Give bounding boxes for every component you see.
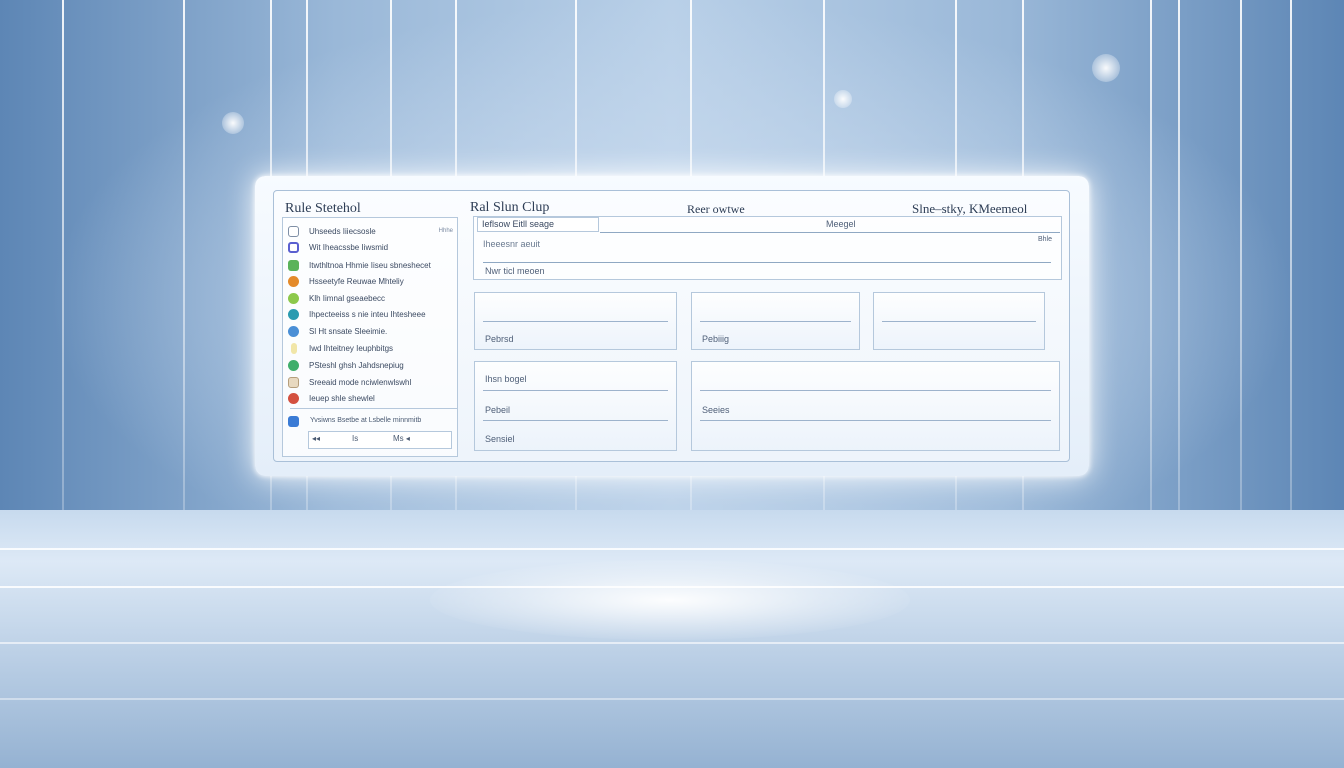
sidebar-item-label: Itwthltnoa Hhmie Iiseu sbneshecet <box>309 260 431 270</box>
card-label: Sensiel <box>485 434 515 444</box>
field-input-1[interactable]: Iheeesnr aeuit <box>483 239 540 249</box>
light-beam <box>1240 0 1242 520</box>
sidebar-item[interactable]: Sl Ht snsate Sleeimie. <box>283 323 457 339</box>
tab-field[interactable]: Ieflsow Eitll seage <box>477 217 599 232</box>
sidebar-item[interactable]: Klh Iimnal gseaebecc <box>283 290 457 306</box>
sidebar-item[interactable]: Hsseetyfe Reuwae Mhteliy <box>283 273 457 289</box>
prev-button[interactable]: ◂◂ <box>312 434 320 443</box>
sidebar-item-label: Sreeaid mode nciwlenwlswhl <box>309 377 412 387</box>
status-text: Slne–stky, KMeemeol <box>912 201 1028 216</box>
light-beam <box>62 0 64 520</box>
light-beam <box>1178 0 1180 520</box>
card-divider <box>882 321 1036 322</box>
light-orb <box>834 90 852 108</box>
square-icon <box>288 241 299 253</box>
card-label: Pebrsd <box>485 334 514 344</box>
floor-line <box>0 642 1344 644</box>
sidebar-footer-text: Yvsiwns Bsetbe at Lsbelle minnmitb <box>310 417 422 424</box>
sidebar-item[interactable]: Sreeaid mode nciwlenwlswhl <box>283 374 457 390</box>
form-card: Seeies <box>691 361 1060 451</box>
light-orb <box>222 112 244 134</box>
card-divider <box>700 321 851 322</box>
card-divider <box>483 420 668 421</box>
sidebar-footer-input[interactable] <box>308 431 452 449</box>
sidebar-item[interactable]: Itwthltnoa Hhmie Iiseu sbneshecet <box>283 257 457 273</box>
circle-green2-icon <box>288 359 299 371</box>
page-control[interactable]: Is <box>352 434 358 443</box>
input-card[interactable] <box>873 292 1045 350</box>
document-icon <box>288 225 299 237</box>
sidebar-item[interactable]: Uhseeds Iiiecsosle Hhhe <box>283 223 457 239</box>
circle-teal-icon <box>288 308 299 320</box>
section-title: Ral Slun Clup <box>470 200 550 215</box>
sidebar-item-label: Ihpecteeiss s nie inteu Ihtesheee <box>309 309 426 319</box>
card-divider <box>700 420 1051 421</box>
light-beam <box>1290 0 1292 520</box>
sidebar-item[interactable]: Ieuep shle shewlel <box>283 390 457 406</box>
sidebar-item-label: Hsseetyfe Reuwae Mhteliy <box>309 276 404 286</box>
bar-icon <box>291 342 297 354</box>
field-underline <box>483 262 1051 263</box>
box-icon <box>288 376 299 388</box>
sidebar-item-label: Wit Iheacssbe Iiwsmid <box>309 242 389 252</box>
sidebar-item[interactable]: Iwd Ihteitney Ieuphbitgs <box>283 340 457 356</box>
light-beam <box>1150 0 1152 520</box>
circle-blue-icon <box>288 325 299 337</box>
sidebar-footer: Yvsiwns Bsetbe at Lsbelle minnmitb <box>290 408 457 452</box>
floor-line <box>0 548 1344 550</box>
field-divider <box>600 232 1060 233</box>
circle-red-icon <box>288 392 299 404</box>
field-badge: Bhle <box>1038 236 1053 243</box>
sidebar-item-badge: Hhhe <box>438 228 453 234</box>
input-card[interactable]: Pebrsd <box>474 292 677 350</box>
sidebar-item-label: Ieuep shle shewlel <box>309 393 375 403</box>
light-beam <box>183 0 185 520</box>
circle-orange-icon <box>288 275 299 287</box>
sidebar-item[interactable]: PSteshl ghsh Jahdsnepiug <box>283 357 457 373</box>
light-orb <box>1092 54 1120 82</box>
floor-line <box>0 698 1344 700</box>
next-button[interactable]: Ms ◂ <box>393 434 410 443</box>
sidebar-item-label: PSteshl ghsh Jahdsnepiug <box>309 360 404 370</box>
floor-glow <box>430 560 910 640</box>
sidebar-item[interactable]: Wit Iheacssbe Iiwsmid <box>283 239 457 255</box>
sidebar-item-label: Uhseeds Iiiecsosle <box>309 226 376 236</box>
card-label: Pebiiig <box>702 334 730 344</box>
sidebar-item-label: Iwd Ihteitney Ieuphbitgs <box>309 343 394 353</box>
card-divider <box>483 321 668 322</box>
field-label-right: Meegel <box>826 219 856 229</box>
input-card[interactable]: Pebiiig <box>691 292 860 350</box>
form-card: Ihsn bogel Pebeil Sensiel <box>474 361 677 451</box>
sidebar-item-label: Klh Iimnal gseaebecc <box>309 293 386 303</box>
card-divider <box>483 390 668 391</box>
sidebar-item-label: Sl Ht snsate Sleeimie. <box>309 326 388 336</box>
leaf-icon <box>288 292 299 304</box>
card-divider <box>700 390 1051 391</box>
card-label: Pebeil <box>485 405 511 415</box>
field-input-2[interactable]: Nwr ticl meoen <box>485 266 545 276</box>
window-title: Rule Stetehol <box>285 201 361 216</box>
sidebar-item[interactable]: Ihpecteeiss s nie inteu Ihtesheee <box>283 306 457 322</box>
card-label: Ihsn bogel <box>485 374 527 384</box>
card-label: Seeies <box>702 405 730 415</box>
review-tab[interactable]: Reer owtwe <box>687 202 745 217</box>
circle-green-icon <box>288 259 299 271</box>
